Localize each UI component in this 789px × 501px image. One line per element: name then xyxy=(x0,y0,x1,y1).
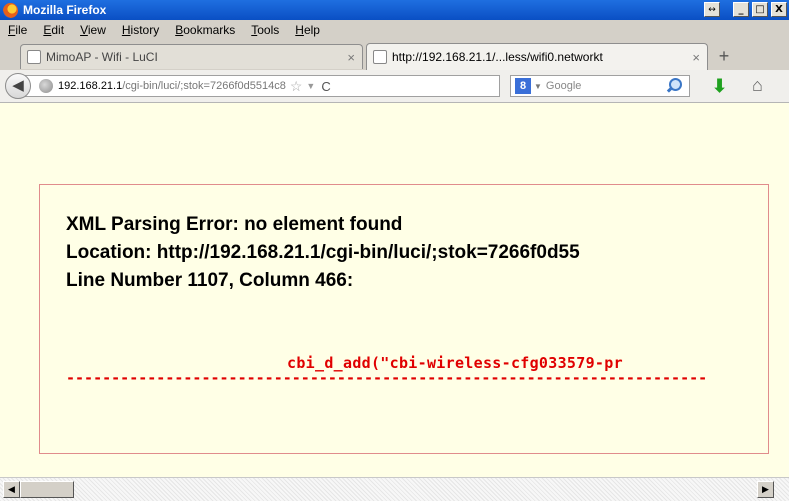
menu-bookmarks[interactable]: Bookmarks xyxy=(175,23,235,37)
search-placeholder: Google xyxy=(545,80,582,92)
page-content: XML Parsing Error: no element found Loca… xyxy=(0,103,789,477)
window-title: Mozilla Firefox xyxy=(23,3,107,17)
url-host: 192.168.21.1 xyxy=(58,80,123,92)
page-favicon-icon xyxy=(373,50,387,64)
url-bar[interactable]: 192.168.21.1/cgi-bin/luci/;stok=7266f0d5… xyxy=(24,75,500,97)
search-input[interactable]: 8 ▼ Google xyxy=(510,75,690,97)
menu-history[interactable]: History xyxy=(122,23,159,37)
bookmark-star-icon[interactable]: ☆ xyxy=(290,78,303,95)
tab-mimoap[interactable]: MimoAP - Wifi - LuCI × xyxy=(20,44,363,69)
new-tab-button[interactable]: + xyxy=(713,46,735,66)
error-pointer-line: ----------------------------------------… xyxy=(66,369,708,387)
tab-close-icon[interactable]: × xyxy=(692,50,700,65)
back-button[interactable]: ◀ xyxy=(5,73,31,99)
menu-help[interactable]: Help xyxy=(295,23,320,37)
scroll-right-button[interactable]: ▶ xyxy=(757,481,774,498)
download-icon[interactable]: ⬇ xyxy=(712,76,727,97)
error-title: XML Parsing Error: no element found xyxy=(66,214,403,235)
scroll-left-button[interactable]: ◀ xyxy=(3,481,20,498)
tab-close-icon[interactable]: × xyxy=(347,50,355,65)
minimize-button[interactable]: _ xyxy=(733,2,749,17)
menu-bar: File Edit View History Bookmarks Tools H… xyxy=(0,20,789,40)
menu-file[interactable]: File xyxy=(8,23,27,37)
horizontal-scrollbar[interactable]: ◀ ▶ xyxy=(0,477,789,501)
error-line-number: Line Number 1107, Column 466: xyxy=(66,270,354,291)
home-icon[interactable]: ⌂ xyxy=(752,75,763,96)
tab-label: MimoAP - Wifi - LuCI xyxy=(46,50,158,64)
tab-strip: MimoAP - Wifi - LuCI × http://192.168.21… xyxy=(0,40,789,71)
reload-icon[interactable]: C xyxy=(321,79,330,94)
close-button[interactable]: X xyxy=(771,2,787,17)
error-location: Location: http://192.168.21.1/cgi-bin/lu… xyxy=(66,242,580,263)
menu-tools[interactable]: Tools xyxy=(251,23,279,37)
site-identity-icon[interactable] xyxy=(39,79,53,93)
maximize-button[interactable]: □ xyxy=(752,2,768,17)
scroll-thumb[interactable] xyxy=(20,481,74,498)
restore-tab-icon[interactable]: ↔ xyxy=(704,2,720,17)
title-bar: Mozilla Firefox ↔ _ □ X xyxy=(0,0,789,20)
menu-edit[interactable]: Edit xyxy=(43,23,64,37)
url-path: /cgi-bin/luci/;stok=7266f0d5514c8 xyxy=(122,80,286,92)
history-dropdown-icon[interactable]: ▼ xyxy=(306,81,315,91)
menu-view[interactable]: View xyxy=(80,23,106,37)
tab-label: http://192.168.21.1/...less/wifi0.networ… xyxy=(392,50,603,64)
navigation-bar: 192.168.21.1/cgi-bin/luci/;stok=7266f0d5… xyxy=(0,70,789,103)
engine-dropdown-icon[interactable]: ▼ xyxy=(534,82,542,91)
firefox-logo-icon xyxy=(3,2,18,18)
page-favicon-icon xyxy=(27,50,41,64)
search-icon[interactable] xyxy=(665,78,682,94)
google-engine-icon[interactable]: 8 xyxy=(515,78,531,94)
tab-xml-error[interactable]: http://192.168.21.1/...less/wifi0.networ… xyxy=(366,43,708,70)
